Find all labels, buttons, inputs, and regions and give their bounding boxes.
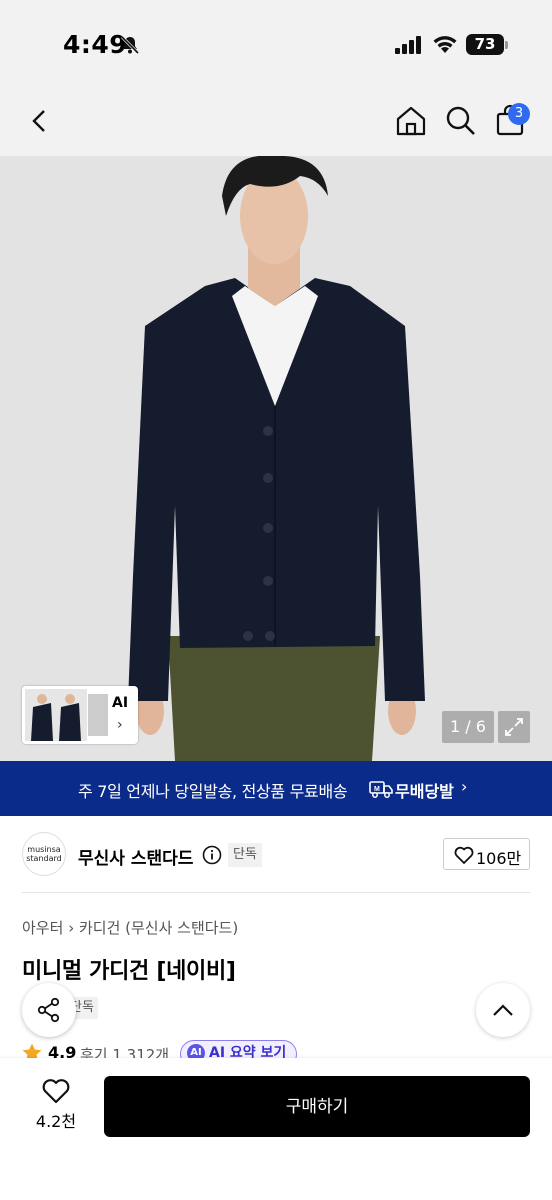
buy-button[interactable]: 구매하기 bbox=[104, 1076, 530, 1137]
top-navigation bbox=[0, 90, 552, 156]
share-icon bbox=[37, 997, 60, 1023]
signal-icon bbox=[395, 36, 421, 54]
battery-cap bbox=[505, 41, 508, 49]
expand-button[interactable] bbox=[498, 711, 530, 743]
brand-like-count: 106만 bbox=[476, 849, 522, 868]
brand-like-button[interactable]: 106만 bbox=[443, 838, 530, 870]
divider bbox=[22, 892, 530, 893]
wifi-icon bbox=[433, 36, 457, 53]
info-icon[interactable] bbox=[202, 845, 222, 865]
home-icon[interactable] bbox=[394, 104, 428, 138]
heart-icon bbox=[42, 1079, 70, 1104]
thumbnail-image-secondary bbox=[88, 694, 108, 736]
svg-text:M: M bbox=[374, 786, 380, 793]
delivery-truck-icon: M bbox=[369, 781, 393, 798]
breadcrumb-separator-icon: › bbox=[68, 919, 79, 937]
brand-logo[interactable]: musinsa standard bbox=[22, 832, 66, 876]
breadcrumb-item-outer[interactable]: 아우터 bbox=[22, 919, 63, 937]
brand-row: musinsa standard 무신사 스탠다드 단독 106만 bbox=[0, 816, 552, 894]
share-button[interactable] bbox=[22, 983, 76, 1037]
search-icon[interactable] bbox=[444, 104, 478, 138]
thumbnail-image bbox=[25, 689, 87, 741]
wishlist-button[interactable]: 4.2천 bbox=[34, 1078, 78, 1132]
status-time: 4:49 bbox=[63, 30, 128, 59]
ai-summary-button[interactable]: AI AI 요약 보기 bbox=[180, 1040, 298, 1060]
heart-icon bbox=[454, 846, 474, 864]
chevron-right-icon: › bbox=[117, 717, 123, 733]
status-bar: 4:49 73 bbox=[0, 0, 552, 90]
expand-icon bbox=[505, 718, 523, 736]
bottom-action-bar: 4.2천 구매하기 bbox=[0, 1058, 552, 1200]
breadcrumb-item-cardigan[interactable]: 카디건 (무신사 스탠다드) bbox=[79, 919, 238, 937]
chevron-right-icon: › bbox=[461, 777, 468, 796]
back-arrow-icon[interactable] bbox=[24, 106, 54, 136]
scroll-top-button[interactable] bbox=[476, 983, 530, 1037]
bell-muted-icon bbox=[120, 35, 140, 55]
model-illustration bbox=[0, 156, 552, 761]
brand-name[interactable]: 무신사 스탠다드 bbox=[78, 844, 193, 869]
battery-indicator: 73 bbox=[466, 34, 504, 55]
rating-row[interactable]: 4.9 후기 1,312개 AI AI 요약 보기 bbox=[22, 1040, 322, 1060]
exclusive-tag: 단독 bbox=[228, 843, 262, 867]
ai-thumbnail-strip[interactable]: AI › bbox=[22, 686, 138, 744]
banner-text: 주 7일 언제나 당일발송, 전상품 무료배송 bbox=[78, 782, 348, 801]
cart-count-badge: 3 bbox=[508, 103, 530, 125]
chevron-up-icon bbox=[493, 1004, 513, 1016]
ai-label: AI bbox=[112, 695, 129, 711]
wishlist-count: 4.2천 bbox=[35, 1112, 77, 1131]
image-counter: 1 / 6 bbox=[442, 711, 494, 743]
product-image[interactable] bbox=[0, 156, 552, 761]
shipping-banner[interactable]: 주 7일 언제나 당일발송, 전상품 무료배송 M 무배당발 › bbox=[0, 761, 552, 816]
breadcrumb: 아우터 › 카디건 (무신사 스탠다드) bbox=[22, 917, 238, 938]
banner-brand: 무배당발 bbox=[395, 782, 454, 801]
product-title: 미니멀 가디건 [네이비] bbox=[22, 959, 236, 984]
